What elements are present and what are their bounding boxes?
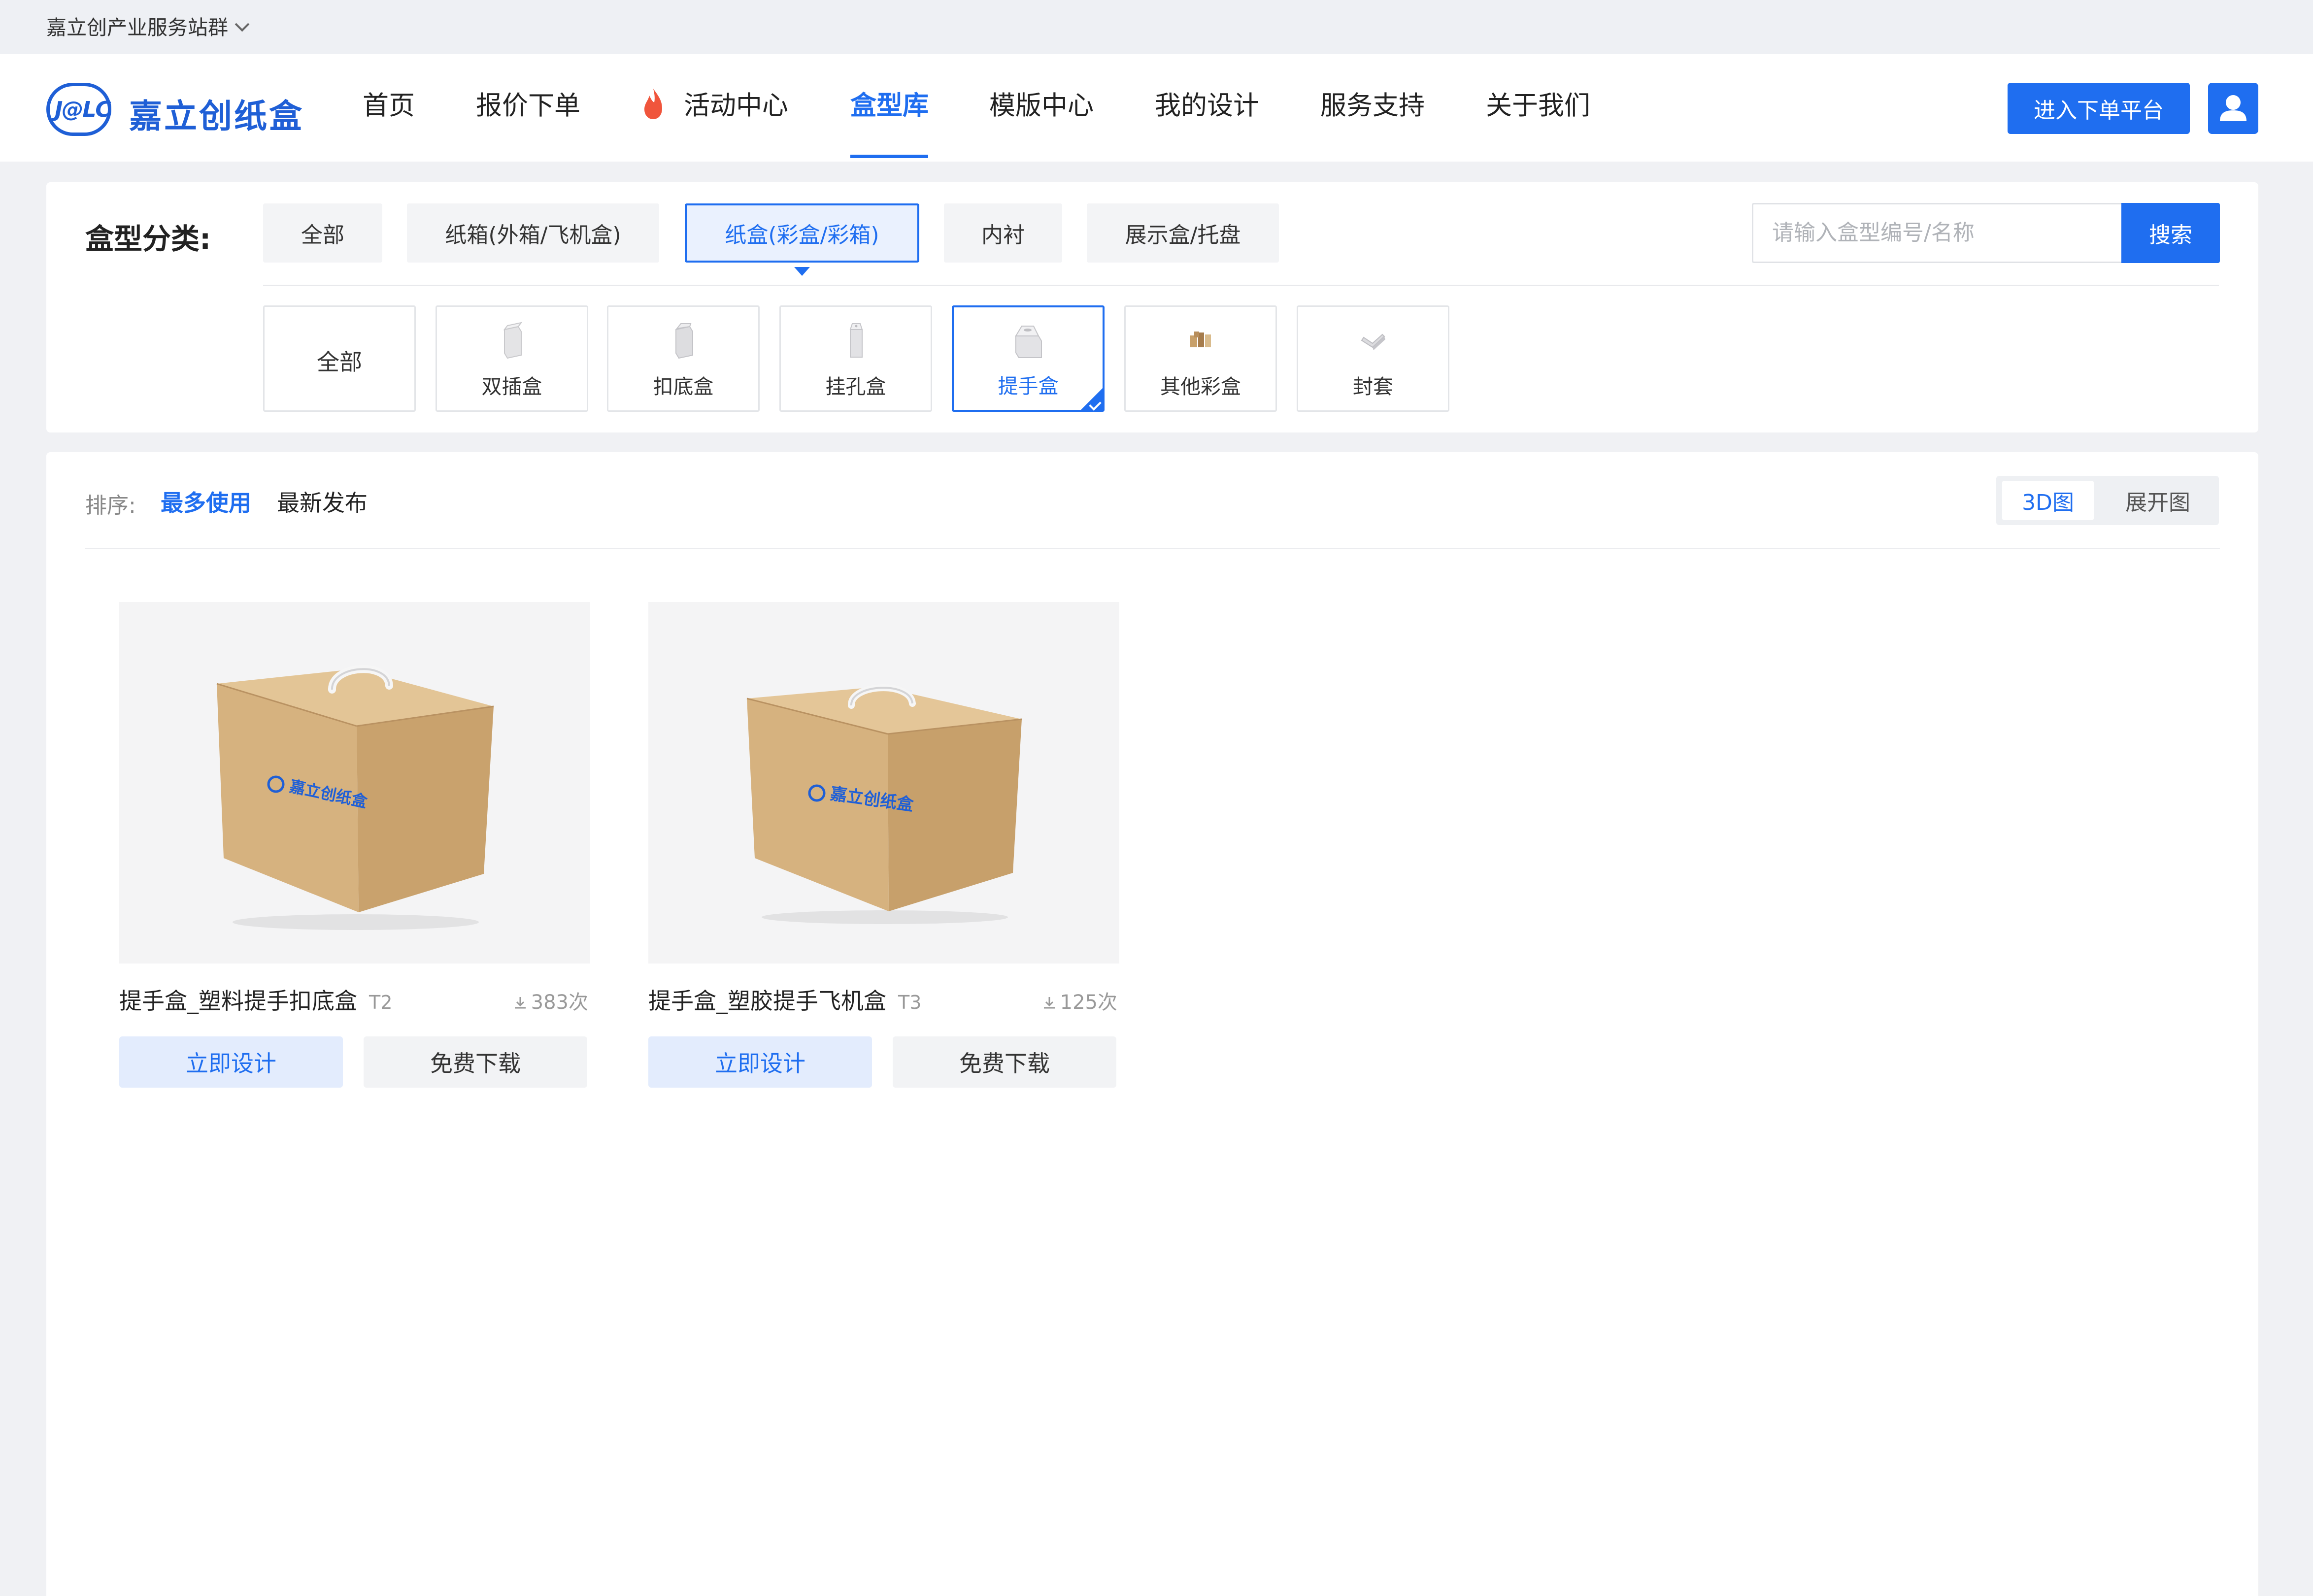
search-input[interactable]: 请输入盒型编号/名称 xyxy=(1752,203,2122,263)
design-now-button[interactable]: 立即设计 xyxy=(648,1036,872,1088)
product-title[interactable]: 提手盒_塑胶提手飞机盒 T3 xyxy=(648,983,921,1016)
free-download-button[interactable]: 免费下载 xyxy=(364,1036,587,1088)
site-switcher[interactable]: 嘉立创产业服务站群 xyxy=(46,15,250,40)
subcategory-hang-box[interactable]: 挂孔盒 xyxy=(779,305,932,412)
product-code: T2 xyxy=(369,992,393,1013)
enter-order-platform-button[interactable]: 进入下单平台 xyxy=(2008,83,2190,134)
sort-most-used[interactable]: 最多使用 xyxy=(161,485,251,518)
chevron-down-icon xyxy=(235,17,250,32)
category-tab-lining[interactable]: 内衬 xyxy=(944,203,1062,263)
product-code: T3 xyxy=(898,992,922,1013)
free-download-button[interactable]: 免费下载 xyxy=(893,1036,1116,1088)
design-now-button[interactable]: 立即设计 xyxy=(119,1036,343,1088)
category-tab-paper-box[interactable]: 纸盒(彩盒/彩箱) xyxy=(685,203,919,263)
sleeve-icon xyxy=(1361,333,1385,350)
active-tab-arrow xyxy=(794,267,810,276)
subcategory-label: 挂孔盒 xyxy=(825,375,886,399)
subcategory-tuck-box[interactable]: 双插盒 xyxy=(436,305,588,412)
brand-name[interactable]: 嘉立创纸盒 xyxy=(129,90,304,137)
subcategory-other-box[interactable]: 其他彩盒 xyxy=(1124,305,1277,412)
nav-item-support[interactable]: 服务支持 xyxy=(1320,89,1425,123)
product-image[interactable]: 嘉立创纸盒 xyxy=(119,602,590,964)
download-count: 125次 xyxy=(1037,986,1117,1015)
category-divider xyxy=(263,285,2219,286)
handle-mailer-box-3d-image: 嘉立创纸盒 xyxy=(746,684,1022,924)
lock-bottom-box-icon xyxy=(675,323,693,359)
product-title[interactable]: 提手盒_塑料提手扣底盒 T2 xyxy=(119,983,392,1016)
subcategory-label: 双插盒 xyxy=(481,375,542,399)
handle-box-3d-image: 嘉立创纸盒 xyxy=(216,665,494,930)
product-title-text: 提手盒_塑料提手扣底盒 xyxy=(119,988,357,1014)
subcategory-label: 扣底盒 xyxy=(653,375,714,399)
subcategory-label: 全部 xyxy=(317,349,362,375)
site-top-bar xyxy=(0,0,2313,54)
download-icon xyxy=(514,997,526,1009)
user-icon xyxy=(2220,95,2246,121)
product-image[interactable]: 嘉立创纸盒 xyxy=(648,602,1119,964)
download-count: 383次 xyxy=(507,986,588,1015)
product-title-text: 提手盒_塑胶提手飞机盒 xyxy=(648,988,886,1014)
nav-item-templates[interactable]: 模版中心 xyxy=(989,89,1094,123)
site-switcher-label: 嘉立创产业服务站群 xyxy=(46,16,228,39)
subcategory-label: 封套 xyxy=(1353,375,1393,399)
flame-icon xyxy=(644,89,662,119)
subcategory-lock-bottom-box[interactable]: 扣底盒 xyxy=(607,305,760,412)
tuck-box-icon xyxy=(503,322,523,359)
view-3d-button[interactable]: 3D图 xyxy=(2002,481,2094,520)
category-label: 盒型分类: xyxy=(85,222,211,256)
category-tab-carton[interactable]: 纸箱(外箱/飞机盒) xyxy=(407,203,659,263)
subcategory-all[interactable]: 全部 xyxy=(263,305,416,412)
subcategory-handle-box[interactable]: 提手盒 xyxy=(952,305,1105,412)
hang-box-icon xyxy=(849,323,863,358)
subcategory-label: 提手盒 xyxy=(998,374,1059,398)
other-box-icon xyxy=(1190,332,1211,347)
category-tab-display[interactable]: 展示盒/托盘 xyxy=(1087,203,1279,263)
download-icon xyxy=(1043,997,1055,1009)
sort-label: 排序: xyxy=(85,493,136,518)
listing-divider xyxy=(85,548,2220,549)
nav-item-quote[interactable]: 报价下单 xyxy=(476,89,580,123)
view-unfolded-button[interactable]: 展开图 xyxy=(2110,481,2206,520)
subcategory-sleeve[interactable]: 封套 xyxy=(1297,305,1449,412)
brand-logo-icon[interactable]: J@LC xyxy=(46,83,111,136)
brand-logo-mark: J@LC xyxy=(55,97,111,122)
download-count-value: 125次 xyxy=(1060,991,1117,1014)
sort-newest[interactable]: 最新发布 xyxy=(277,485,368,518)
nav-active-indicator xyxy=(850,155,928,158)
nav-item-about[interactable]: 关于我们 xyxy=(1486,89,1590,123)
user-button[interactable] xyxy=(2208,83,2258,134)
nav-item-box-library[interactable]: 盒型库 xyxy=(850,89,929,123)
nav-item-home[interactable]: 首页 xyxy=(363,89,415,123)
search-button[interactable]: 搜索 xyxy=(2121,203,2220,263)
handle-box-icon xyxy=(1015,326,1042,358)
nav-item-my-designs[interactable]: 我的设计 xyxy=(1155,89,1259,123)
category-tab-all[interactable]: 全部 xyxy=(263,203,382,263)
download-count-value: 383次 xyxy=(531,991,588,1014)
nav-item-activity[interactable]: 活动中心 xyxy=(684,89,788,123)
subcategory-label: 其他彩盒 xyxy=(1160,375,1241,399)
